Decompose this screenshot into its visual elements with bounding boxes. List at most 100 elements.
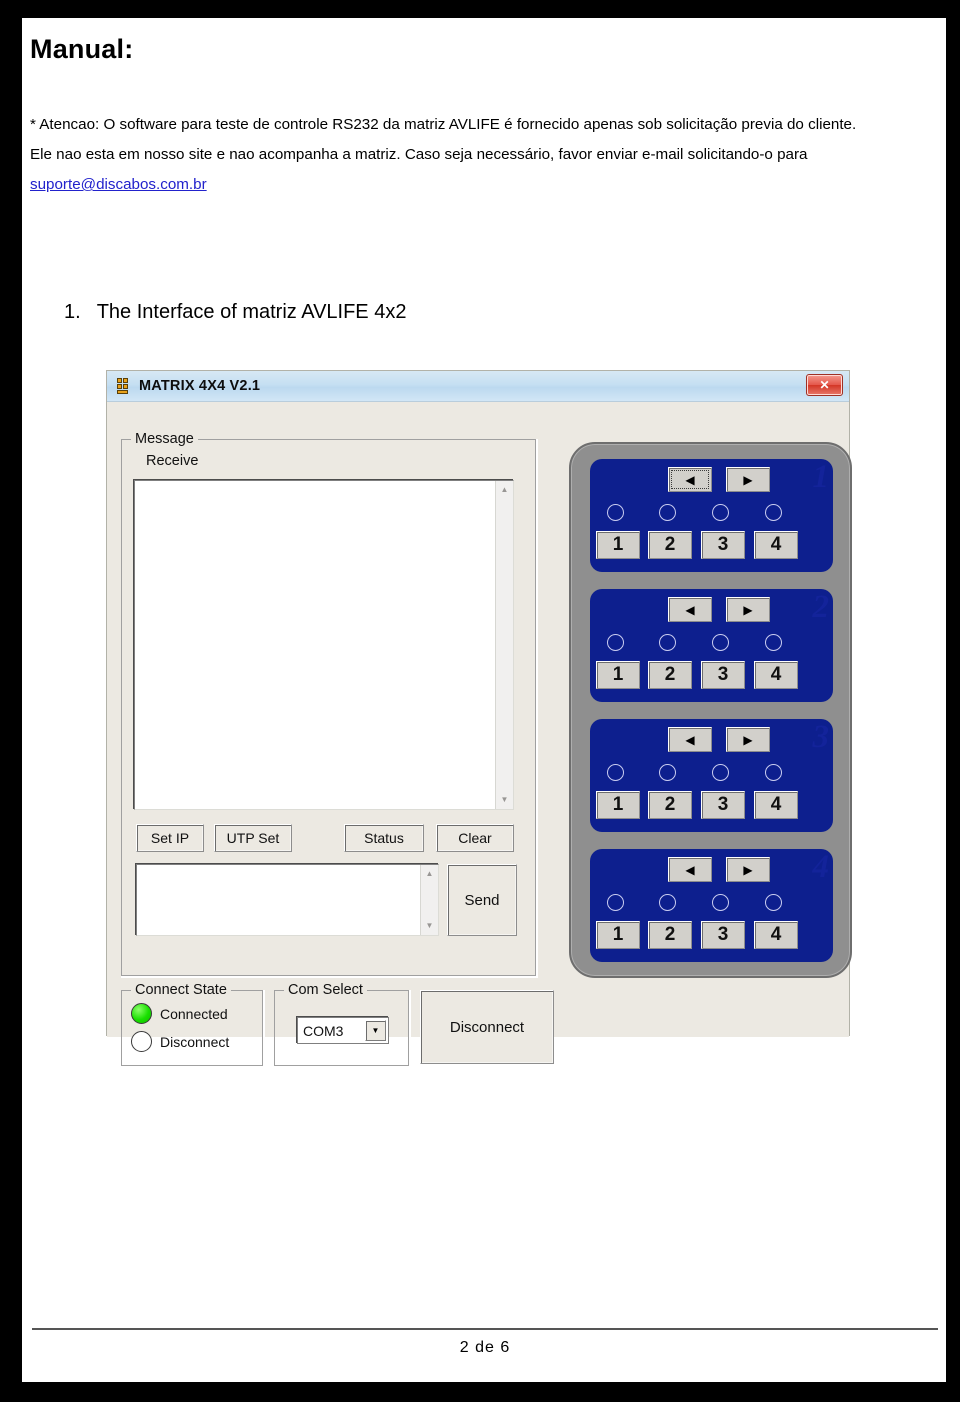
matrix-row-3-led-3-icon: [712, 764, 729, 781]
disconnect-led-icon: [131, 1031, 152, 1052]
matrix-row-3-indicators: [590, 762, 833, 784]
set-ip-button[interactable]: Set IP: [136, 824, 204, 852]
send-scroll-down-icon[interactable]: ▼: [421, 918, 438, 934]
window-title: MATRIX 4X4 V2.1: [139, 378, 261, 394]
matrix-row-3-output-3-button[interactable]: 3: [701, 791, 745, 819]
utp-set-button[interactable]: UTP Set: [214, 824, 292, 852]
receive-textarea[interactable]: ▲ ▼: [134, 480, 514, 810]
com-select-legend: Com Select: [284, 982, 367, 998]
scroll-up-icon[interactable]: ▲: [496, 482, 513, 498]
matrix-row-4-led-2-icon: [659, 894, 676, 911]
matrix-row-2-output-3-button[interactable]: 3: [701, 661, 745, 689]
connected-label: Connected: [160, 1005, 228, 1022]
message-groupbox-legend: Message: [131, 431, 198, 447]
matrix-row-1-output-4-button[interactable]: 4: [754, 531, 798, 559]
matrix-row-2-indicators: [590, 632, 833, 654]
matrix-row-1-led-4-icon: [765, 504, 782, 521]
com-port-value: COM3: [303, 1022, 344, 1039]
matrix-row-2-led-4-icon: [765, 634, 782, 651]
message-button-row: Set IP UTP Set Status Clear: [122, 820, 535, 854]
message-groupbox: Message Receive ▲ ▼ Set IP UTP Set Statu…: [121, 431, 536, 976]
matrix-row-2-output-2-button[interactable]: 2: [648, 661, 692, 689]
send-textarea[interactable]: ▲ ▼: [136, 864, 439, 936]
matrix-row-4-right-arrow-button[interactable]: ▶: [726, 857, 770, 882]
connected-indicator-row: Connected: [131, 1003, 228, 1024]
page-footer: 2 de 6: [32, 1328, 938, 1357]
matrix-row-2-led-2-icon: [659, 634, 676, 651]
matrix-row-4-output-1-button[interactable]: 1: [596, 921, 640, 949]
connect-state-legend: Connect State: [131, 982, 231, 998]
matrix-row-4-output-3-button[interactable]: 3: [701, 921, 745, 949]
matrix-row-3-output-2-button[interactable]: 2: [648, 791, 692, 819]
disconnect-button[interactable]: Disconnect: [420, 990, 554, 1064]
com-port-select[interactable]: COM3 ▼: [297, 1017, 389, 1044]
window-titlebar: MATRIX 4X4 V2.1 ✕: [107, 371, 849, 402]
matrix-row-4-output-2-button[interactable]: 2: [648, 921, 692, 949]
matrix-row-2: 2 ◀ ▶ 1 2 3 4: [590, 589, 833, 702]
matrix-row-2-output-1-button[interactable]: 1: [596, 661, 640, 689]
matrix-row-1-indicators: [590, 502, 833, 524]
matrix-row-3-output-1-button[interactable]: 1: [596, 791, 640, 819]
page-title: Manual:: [30, 34, 134, 64]
matrix-row-4-led-4-icon: [765, 894, 782, 911]
clear-button[interactable]: Clear: [436, 824, 514, 852]
matrix-row-1-led-1-icon: [607, 504, 624, 521]
section-heading: 1. The Interface of matriz AVLIFE 4x2: [64, 301, 406, 324]
matrix-row-3: 3 ◀ ▶ 1 2 3 4: [590, 719, 833, 832]
matrix-row-1-output-1-button[interactable]: 1: [596, 531, 640, 559]
matrix-row-2-label: 2: [812, 589, 830, 625]
receive-scrollbar[interactable]: ▲ ▼: [495, 481, 513, 809]
matrix-row-1: 1 ◀ ▶ 1 2 3 4: [590, 459, 833, 572]
matrix-row-1-led-2-icon: [659, 504, 676, 521]
disconnect-indicator-row: Disconnect: [131, 1031, 229, 1052]
send-button[interactable]: Send: [447, 864, 517, 936]
matrix-row-3-led-2-icon: [659, 764, 676, 781]
connected-led-icon: [131, 1003, 152, 1024]
disconnect-state-label: Disconnect: [160, 1033, 230, 1050]
status-button[interactable]: Status: [344, 824, 424, 852]
matrix-row-4: 4 ◀ ▶ 1 2 3 4: [590, 849, 833, 962]
matrix-row-3-output-4-button[interactable]: 4: [754, 791, 798, 819]
paragraph-line-1: * Atencao: O software para teste de cont…: [30, 116, 857, 133]
close-icon[interactable]: ✕: [806, 374, 843, 396]
matrix-row-4-label: 4: [812, 849, 830, 885]
matrix-row-1-label: 1: [812, 459, 830, 495]
paragraph-line-2: Ele nao esta em nosso site e nao acompan…: [30, 146, 808, 163]
send-scroll-up-icon[interactable]: ▲: [421, 866, 438, 882]
section-title: The Interface of matriz AVLIFE 4x2: [96, 301, 407, 323]
send-scrollbar[interactable]: ▲ ▼: [420, 865, 438, 935]
matrix-row-4-led-1-icon: [607, 894, 624, 911]
matrix-row-3-label: 3: [812, 719, 830, 755]
com-select-groupbox: Com Select COM3 ▼: [274, 982, 409, 1066]
scroll-down-icon[interactable]: ▼: [496, 792, 513, 808]
matrix-row-1-output-3-button[interactable]: 3: [701, 531, 745, 559]
window-client-area: Message Receive ▲ ▼ Set IP UTP Set Statu…: [107, 402, 852, 1066]
matrix-application-window: MATRIX 4X4 V2.1 ✕ Message Receive ▲ ▼ Se…: [106, 370, 852, 1066]
support-email-link[interactable]: suporte@discabos.com.br: [30, 176, 207, 193]
connect-state-groupbox: Connect State Connected Disconnect: [121, 982, 263, 1066]
matrix-row-4-left-arrow-button[interactable]: ◀: [668, 857, 712, 882]
matrix-row-2-right-arrow-button[interactable]: ▶: [726, 597, 770, 622]
receive-label: Receive: [146, 453, 199, 469]
page-frame: Manual: * Atencao: O software para teste…: [0, 0, 960, 1402]
matrix-row-2-led-3-icon: [712, 634, 729, 651]
application-icon: [114, 378, 130, 394]
page-sheet: Manual: * Atencao: O software para teste…: [22, 18, 946, 1382]
matrix-row-3-right-arrow-button[interactable]: ▶: [726, 727, 770, 752]
send-area: ▲ ▼ Send: [132, 860, 524, 942]
matrix-row-4-output-4-button[interactable]: 4: [754, 921, 798, 949]
matrix-row-2-output-4-button[interactable]: 4: [754, 661, 798, 689]
intro-paragraph: * Atencao: O software para teste de cont…: [30, 110, 920, 200]
matrix-row-1-right-arrow-button[interactable]: ▶: [726, 467, 770, 492]
matrix-row-3-led-4-icon: [765, 764, 782, 781]
matrix-row-2-led-1-icon: [607, 634, 624, 651]
matrix-row-1-output-2-button[interactable]: 2: [648, 531, 692, 559]
matrix-row-4-indicators: [590, 892, 833, 914]
chevron-down-icon[interactable]: ▼: [365, 1020, 386, 1041]
matrix-row-2-left-arrow-button[interactable]: ◀: [668, 597, 712, 622]
matrix-control-panel: 1 ◀ ▶ 1 2 3 4 2 ◀ ▶ 1 2 3 4 3 ◀ ▶ 1 2 3 …: [569, 442, 852, 978]
matrix-row-3-left-arrow-button[interactable]: ◀: [668, 727, 712, 752]
matrix-row-1-led-3-icon: [712, 504, 729, 521]
matrix-row-1-left-arrow-button[interactable]: ◀: [668, 467, 712, 492]
matrix-row-4-led-3-icon: [712, 894, 729, 911]
